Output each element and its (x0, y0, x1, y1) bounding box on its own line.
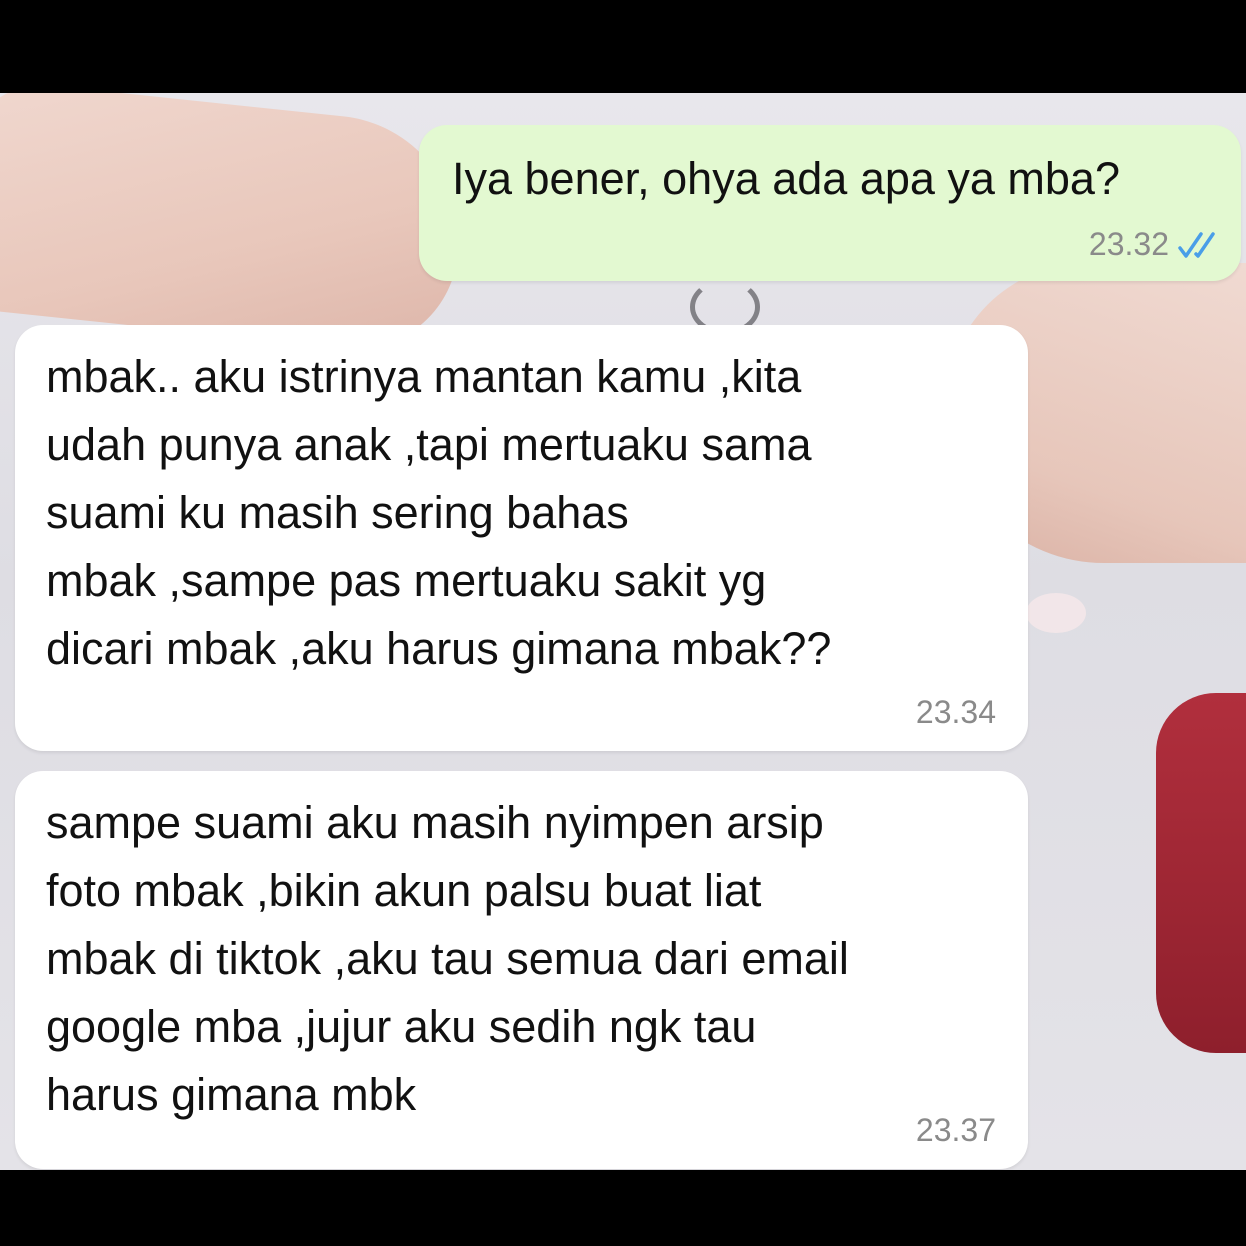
incoming-message-bubble[interactable]: sampe suami aku masih nyimpen arsip foto… (15, 771, 1028, 1169)
message-time: 23.34 (915, 694, 996, 730)
double-check-read-icon (1177, 230, 1221, 260)
message-text: mbak.. aku istrinya mantan kamu ,kita ud… (46, 351, 832, 674)
outgoing-message-bubble[interactable]: Iya bener, ohya ada apa ya mba? 23.32 (419, 125, 1241, 281)
background-hand-left (0, 93, 471, 359)
message-meta: 23.32 (1089, 226, 1221, 263)
chat-area[interactable]: Iya bener, ohya ada apa ya mba? 23.32 mb… (0, 93, 1246, 1170)
message-text: Iya bener, ohya ada apa ya mba? (452, 153, 1120, 204)
message-time: 23.37 (915, 1112, 996, 1148)
message-meta: 23.37 (916, 1112, 996, 1149)
background-nail (1026, 593, 1086, 633)
incoming-message-bubble[interactable]: mbak.. aku istrinya mantan kamu ,kita ud… (15, 325, 1028, 751)
background-red-cloth (1156, 693, 1246, 1053)
screenshot-frame: Iya bener, ohya ada apa ya mba? 23.32 mb… (0, 0, 1246, 1246)
message-text: sampe suami aku masih nyimpen arsip foto… (46, 797, 849, 1120)
message-meta: 23.34 (916, 694, 996, 731)
message-time: 23.32 (1088, 226, 1169, 262)
